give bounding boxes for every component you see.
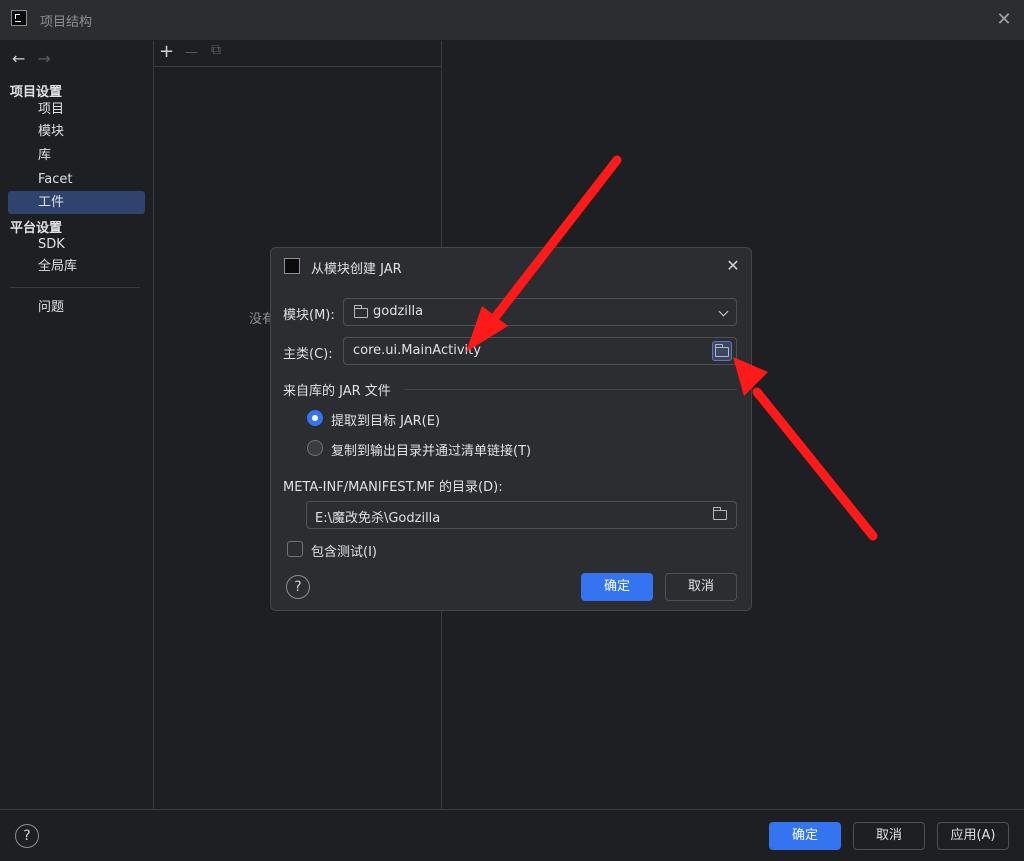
nav-item-modules[interactable]: 模块	[8, 120, 145, 143]
intellij-dialog-icon	[284, 258, 300, 274]
nav-item-facets[interactable]: Facet	[8, 168, 145, 191]
create-jar-dialog: 从模块创建 JAR ✕ 模块(M): godzilla 主类(C): core.…	[270, 247, 752, 611]
main-class-browse-button[interactable]	[712, 341, 732, 361]
copy-icon[interactable]: ⧉	[211, 42, 221, 58]
main-class-field[interactable]: core.ui.MainActivity	[343, 337, 737, 365]
manifest-dir-label: META-INF/MANIFEST.MF 的目录(D):	[283, 480, 503, 495]
extract-radio[interactable]	[307, 410, 323, 426]
dialog-title: 从模块创建 JAR	[311, 262, 402, 277]
module-folder-icon	[353, 305, 368, 318]
ok-button[interactable]: 确定	[769, 822, 841, 850]
manifest-dir-value: E:\魔改免杀\Godzilla	[315, 511, 441, 526]
apply-button[interactable]: 应用(A)	[937, 822, 1009, 850]
main-class-label: 主类(C):	[283, 347, 333, 362]
folder-icon	[714, 344, 729, 357]
manifest-browse-button[interactable]	[711, 505, 731, 525]
forward-arrow-icon[interactable]: →	[37, 49, 50, 68]
add-icon[interactable]: +	[159, 41, 174, 62]
copy-link-radio-label[interactable]: 复制到输出目录并通过清单链接(T)	[331, 440, 531, 459]
window-close-icon[interactable]: ✕	[992, 8, 1016, 32]
include-tests-checkbox[interactable]	[287, 541, 303, 557]
title-bar: 项目结构 ✕	[0, 0, 1024, 41]
extract-radio-label[interactable]: 提取到目标 JAR(E)	[331, 410, 440, 429]
left-navigation-panel: ← → 项目设置 项目 模块 库 Facet 工件 平台设置 SDK 全局库 问题	[0, 41, 154, 809]
nav-item-sdk[interactable]: SDK	[8, 233, 145, 256]
copy-link-radio[interactable]	[307, 440, 323, 456]
main-class-value: core.ui.MainActivity	[353, 343, 481, 358]
group-separator	[404, 389, 737, 390]
module-label: 模块(M):	[283, 308, 335, 323]
dialog-help-icon[interactable]: ?	[286, 575, 310, 599]
module-select-value: godzilla	[373, 304, 424, 319]
jar-files-group-label: 来自库的 JAR 文件	[283, 384, 391, 399]
folder-icon	[712, 507, 727, 520]
intellij-app-icon	[11, 10, 27, 26]
nav-divider	[10, 287, 140, 288]
dialog-ok-button[interactable]: 确定	[581, 573, 653, 601]
artifacts-toolbar: + — ⧉	[154, 41, 441, 67]
cancel-button[interactable]: 取消	[853, 822, 925, 850]
dialog-close-icon[interactable]: ✕	[723, 256, 743, 276]
window-title: 项目结构	[40, 15, 93, 30]
help-icon[interactable]: ?	[15, 824, 39, 848]
footer-bar: ? 确定 取消 应用(A)	[0, 809, 1024, 861]
nav-item-global-libraries[interactable]: 全局库	[8, 255, 145, 278]
dialog-cancel-button[interactable]: 取消	[665, 573, 737, 601]
include-tests-label[interactable]: 包含测试(I)	[311, 541, 377, 560]
nav-item-project[interactable]: 项目	[8, 98, 145, 121]
nav-item-artifacts[interactable]: 工件	[8, 191, 145, 214]
arrow-to-browse-button	[733, 357, 878, 541]
module-select[interactable]: godzilla	[343, 298, 737, 326]
remove-icon[interactable]: —	[185, 41, 198, 65]
nav-arrows: ← →	[12, 49, 63, 68]
chevron-down-icon	[718, 306, 729, 317]
nav-item-libraries[interactable]: 库	[8, 144, 145, 167]
manifest-dir-field[interactable]: E:\魔改免杀\Godzilla	[306, 501, 737, 529]
back-arrow-icon[interactable]: ←	[12, 49, 25, 68]
nav-item-problems[interactable]: 问题	[8, 296, 145, 319]
